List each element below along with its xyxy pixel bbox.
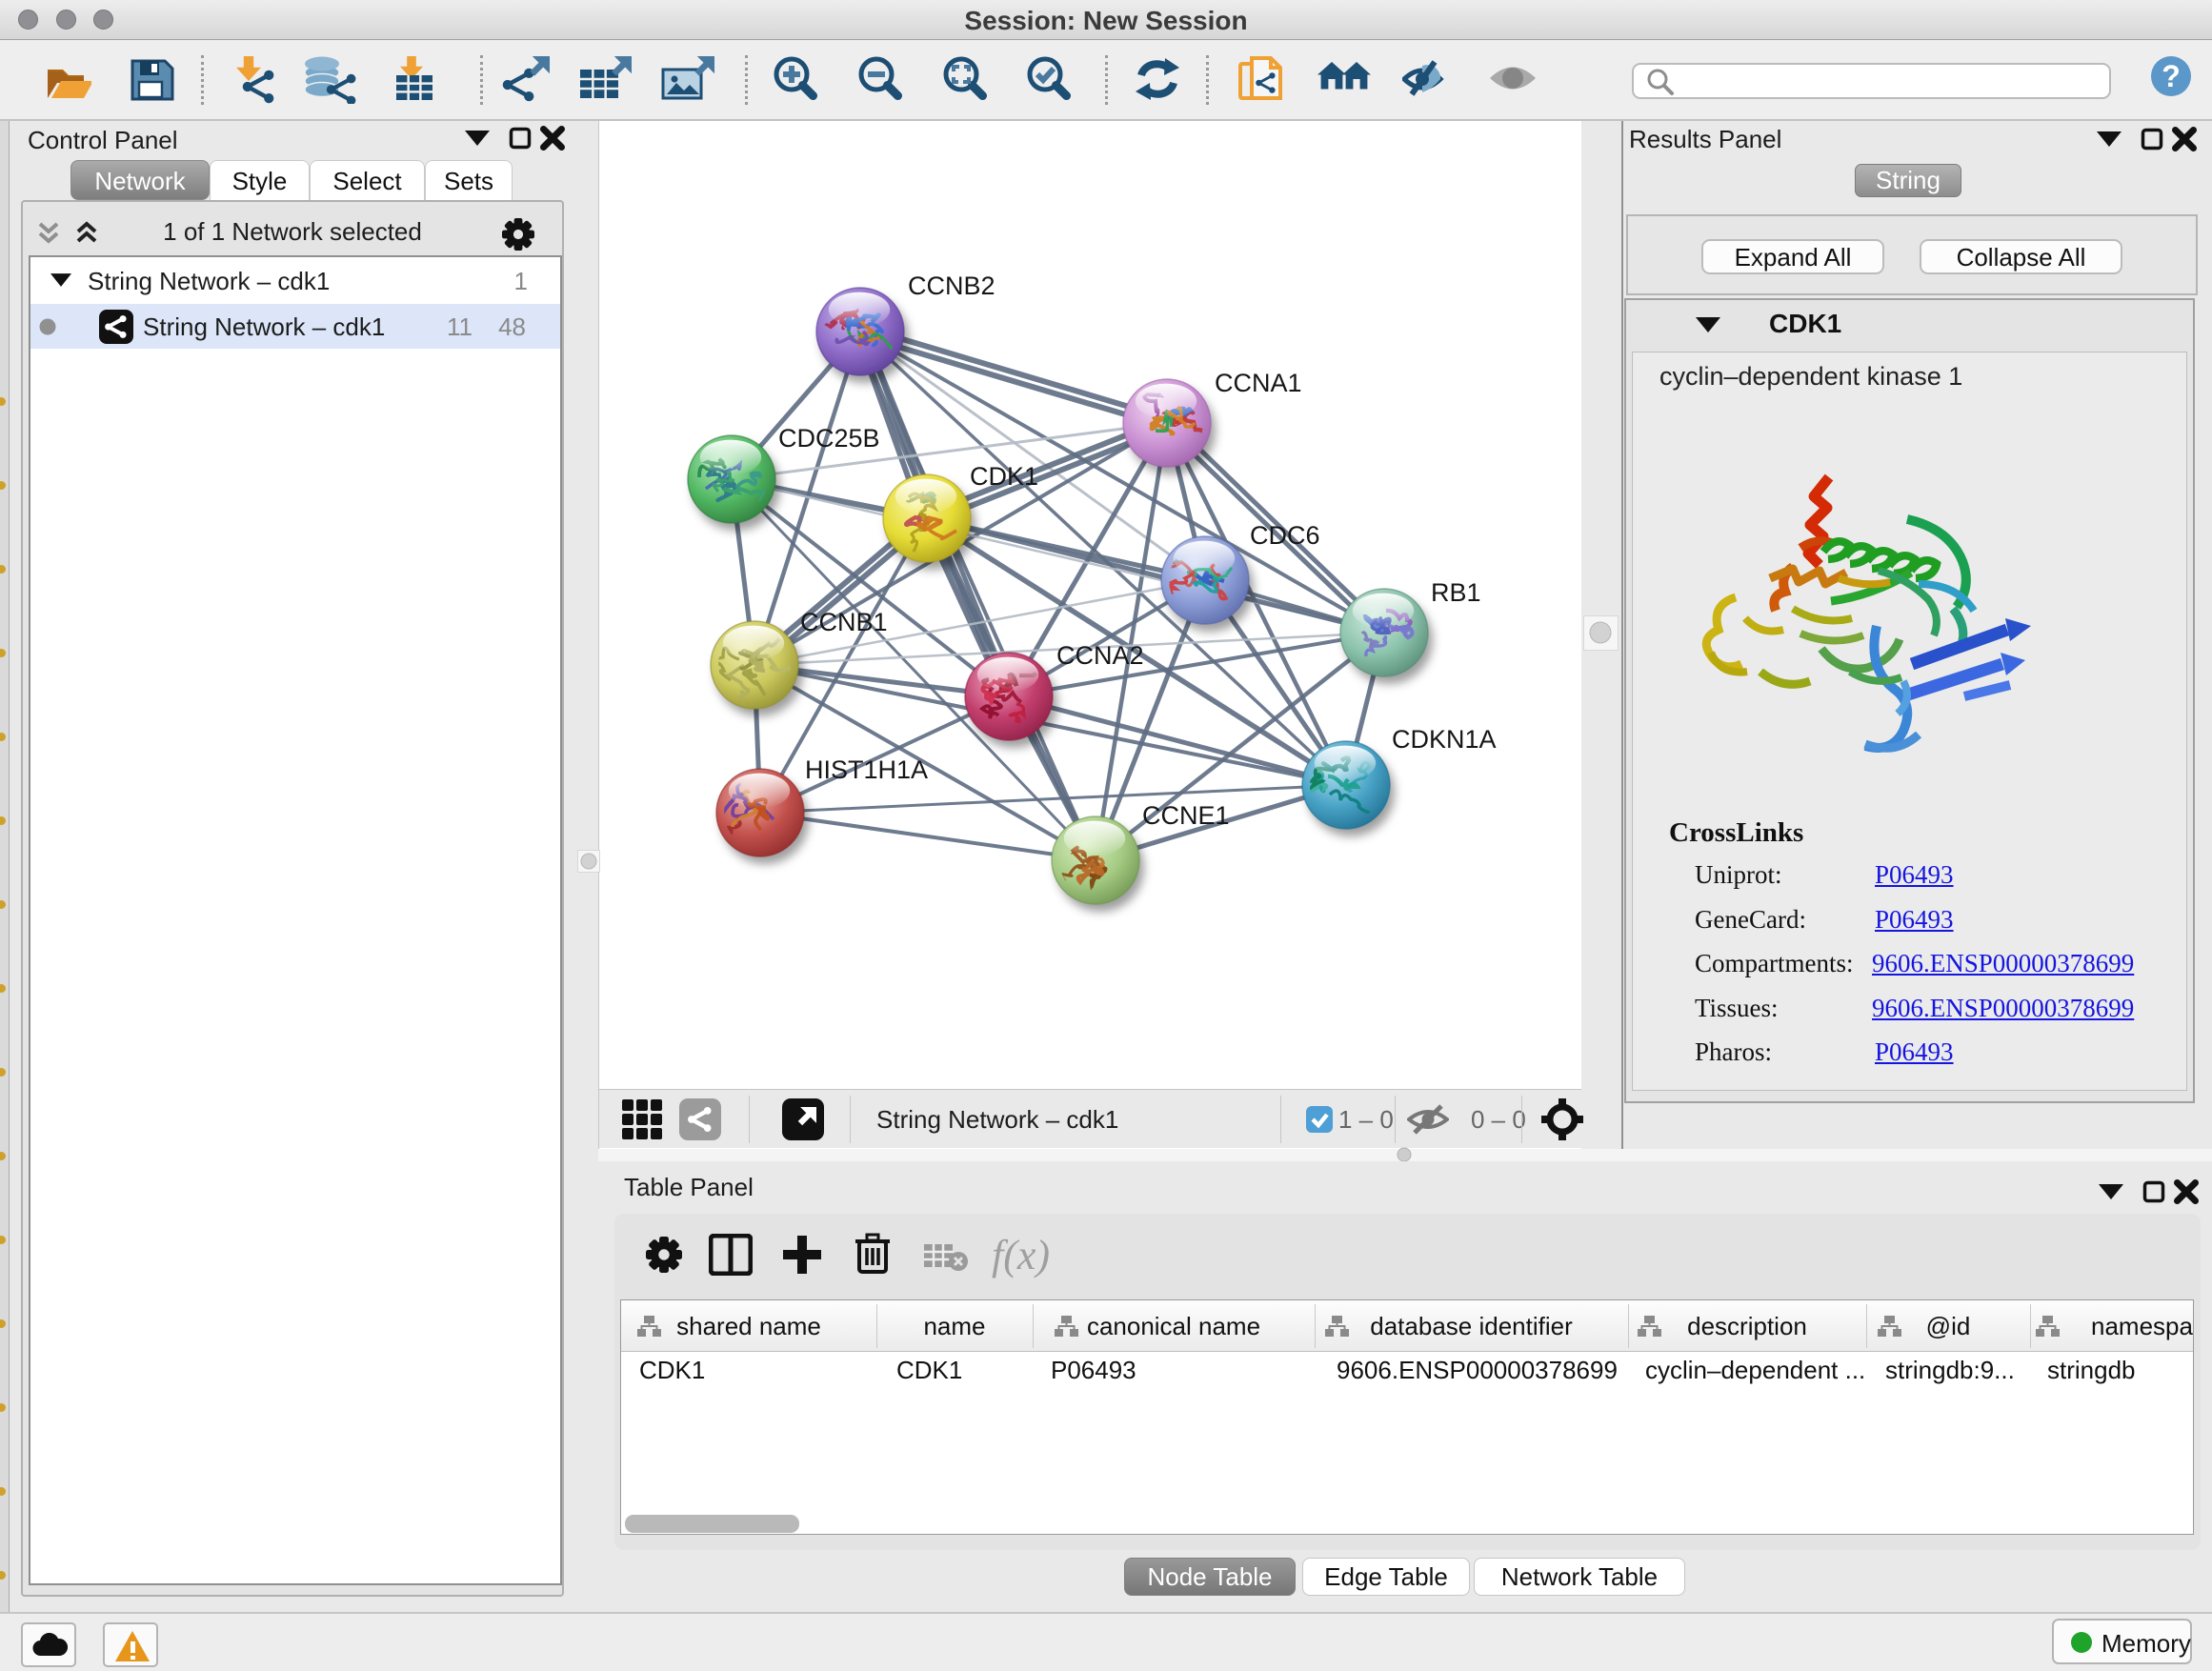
- svg-text:CDKN1A: CDKN1A: [1392, 725, 1497, 754]
- svg-text:HIST1H1A: HIST1H1A: [805, 755, 928, 784]
- svg-text:CCNB2: CCNB2: [908, 272, 995, 300]
- svg-text:CCNE1: CCNE1: [1142, 801, 1230, 830]
- svg-text:?: ?: [2162, 59, 2181, 93]
- svg-text:CCNA1: CCNA1: [1215, 369, 1302, 397]
- svg-text:RB1: RB1: [1431, 578, 1481, 607]
- svg-text:CDC6: CDC6: [1250, 521, 1320, 550]
- svg-text:CDK1: CDK1: [970, 462, 1038, 491]
- svg-text:CCNA2: CCNA2: [1056, 641, 1144, 670]
- svg-text:CCNB1: CCNB1: [800, 608, 888, 636]
- svg-text:CDC25B: CDC25B: [778, 424, 880, 453]
